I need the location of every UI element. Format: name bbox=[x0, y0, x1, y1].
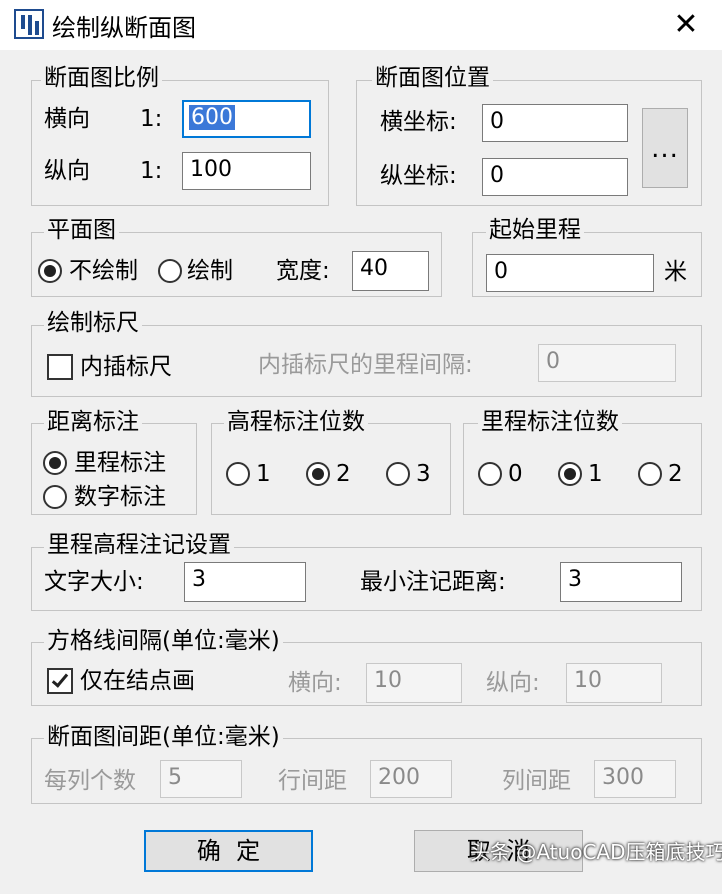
distance-annot-mileage-radio[interactable] bbox=[43, 451, 67, 475]
start-mileage-input[interactable]: 0 bbox=[486, 254, 654, 292]
mileage-digits-0-label[interactable]: 0 bbox=[508, 459, 523, 489]
position-x-input[interactable]: 0 bbox=[482, 104, 628, 142]
plan-legend: 平面图 bbox=[44, 216, 119, 244]
position-x-label: 横坐标: bbox=[380, 109, 457, 135]
position-y-input[interactable]: 0 bbox=[482, 158, 628, 196]
grid-horizontal-label: 横向: bbox=[288, 670, 342, 696]
title-bar: 绘制纵断面图 ✕ bbox=[0, 0, 722, 50]
annotation-text-size-input[interactable]: 3 bbox=[184, 562, 306, 602]
watermark: 头条 @AtuoCAD压箱底技巧 bbox=[470, 840, 722, 864]
annotation-min-dist-input[interactable]: 3 bbox=[560, 562, 682, 602]
distance-annot-legend: 距离标注 bbox=[44, 408, 142, 436]
grid-nodes-only-label[interactable]: 仅在结点画 bbox=[80, 666, 195, 696]
elev-digits-1-label[interactable]: 1 bbox=[256, 459, 271, 489]
plan-width-input[interactable]: 40 bbox=[352, 251, 429, 291]
spacing-row-label: 行间距 bbox=[278, 768, 347, 794]
annotation-text-size-label: 文字大小: bbox=[44, 569, 144, 595]
plan-draw-label[interactable]: 绘制 bbox=[187, 256, 233, 286]
ruler-interp-checkbox[interactable] bbox=[47, 354, 73, 380]
mileage-digits-legend: 里程标注位数 bbox=[478, 408, 622, 436]
grid-vertical-label: 纵向: bbox=[486, 670, 540, 696]
distance-annot-number-label[interactable]: 数字标注 bbox=[74, 482, 166, 512]
mileage-digits-0-radio[interactable] bbox=[478, 462, 502, 486]
elev-digits-2-radio[interactable] bbox=[306, 462, 330, 486]
spacing-col-input[interactable]: 300 bbox=[594, 760, 676, 798]
window-title: 绘制纵断面图 bbox=[52, 14, 196, 42]
mileage-digits-1-label[interactable]: 1 bbox=[588, 459, 603, 489]
start-mileage-unit: 米 bbox=[664, 259, 687, 285]
plan-no-draw-radio[interactable] bbox=[38, 259, 62, 283]
plan-width-label: 宽度: bbox=[276, 258, 330, 284]
elev-digits-1-radio[interactable] bbox=[226, 462, 250, 486]
annotation-min-dist-label: 最小注记距离: bbox=[360, 569, 506, 595]
distance-annot-number-radio[interactable] bbox=[43, 485, 67, 509]
elev-digits-2-label[interactable]: 2 bbox=[336, 459, 351, 489]
position-legend: 断面图位置 bbox=[372, 64, 493, 92]
scale-horizontal-input[interactable]: 600 bbox=[182, 100, 311, 138]
ruler-interval-label: 内插标尺的里程间隔: bbox=[258, 352, 473, 378]
scale-legend: 断面图比例 bbox=[41, 64, 162, 92]
scale-horizontal-label: 横向 bbox=[44, 106, 90, 132]
ruler-interp-label[interactable]: 内插标尺 bbox=[80, 352, 172, 382]
app-icon bbox=[14, 9, 44, 39]
grid-legend: 方格线间隔(单位:毫米) bbox=[44, 627, 283, 655]
close-icon[interactable]: ✕ bbox=[666, 6, 706, 44]
scale-vertical-label: 纵向 bbox=[44, 158, 90, 184]
spacing-row-input[interactable]: 200 bbox=[370, 760, 452, 798]
position-y-label: 纵坐标: bbox=[380, 163, 457, 189]
elev-digits-3-radio[interactable] bbox=[386, 462, 410, 486]
plan-no-draw-label[interactable]: 不绘制 bbox=[69, 256, 138, 286]
grid-nodes-only-checkbox[interactable] bbox=[47, 668, 73, 694]
mileage-digits-2-radio[interactable] bbox=[638, 462, 662, 486]
scale-vertical-prefix: 1: bbox=[140, 158, 163, 184]
start-mileage-legend: 起始里程 bbox=[486, 216, 584, 244]
spacing-col-label: 列间距 bbox=[502, 768, 571, 794]
pick-position-button[interactable]: ... bbox=[642, 108, 688, 188]
elev-digits-3-label[interactable]: 3 bbox=[416, 459, 431, 489]
spacing-legend: 断面图间距(单位:毫米) bbox=[44, 723, 283, 751]
ruler-interval-input[interactable]: 0 bbox=[538, 344, 676, 382]
elev-digits-legend: 高程标注位数 bbox=[224, 408, 368, 436]
plan-draw-radio[interactable] bbox=[158, 259, 182, 283]
grid-horizontal-input[interactable]: 10 bbox=[366, 663, 462, 703]
scale-vertical-input[interactable]: 100 bbox=[182, 152, 311, 190]
spacing-per-col-input[interactable]: 5 bbox=[160, 760, 242, 798]
annotation-legend: 里程高程注记设置 bbox=[44, 531, 234, 559]
ruler-legend: 绘制标尺 bbox=[44, 309, 142, 337]
grid-vertical-input[interactable]: 10 bbox=[566, 663, 662, 703]
mileage-digits-1-radio[interactable] bbox=[558, 462, 582, 486]
spacing-per-col-label: 每列个数 bbox=[44, 768, 136, 794]
ok-button[interactable]: 确 定 bbox=[144, 830, 313, 872]
scale-horizontal-prefix: 1: bbox=[140, 106, 163, 132]
mileage-digits-2-label[interactable]: 2 bbox=[668, 459, 683, 489]
distance-annot-mileage-label[interactable]: 里程标注 bbox=[74, 448, 166, 478]
